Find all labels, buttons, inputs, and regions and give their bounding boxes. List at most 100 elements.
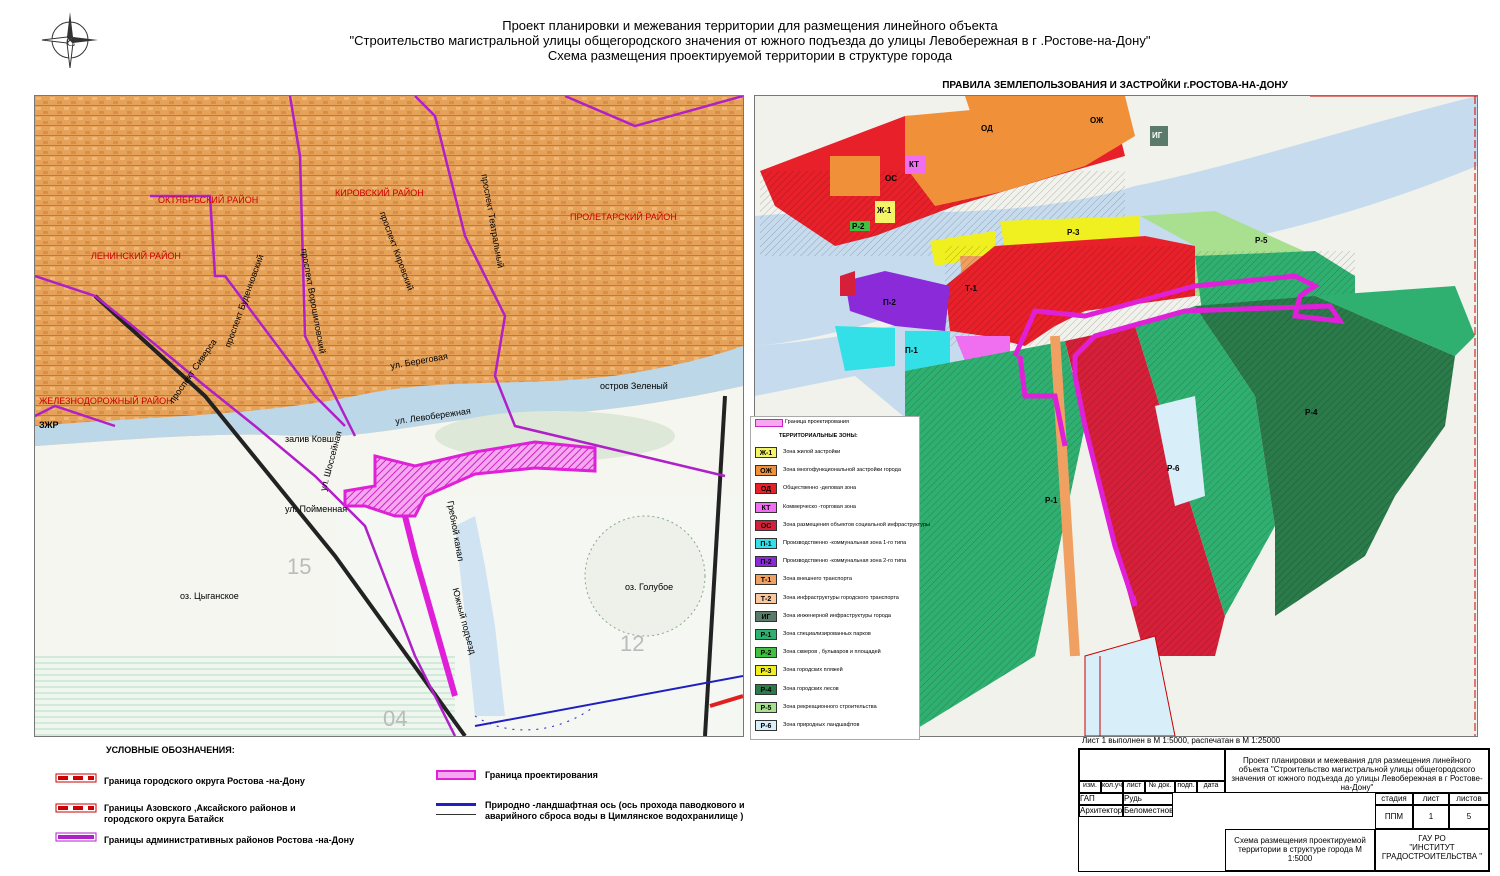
project-name: Проект планировки и межевания для размещ…	[1225, 749, 1489, 793]
street-label: оз. Голубое	[625, 582, 674, 592]
zone-swatch: Т-1	[755, 574, 777, 586]
street-label: залив Ковш	[285, 434, 334, 444]
title-line-2: "Строительство магистральной улицы общег…	[349, 33, 1151, 48]
zone-description: Производственно -коммунальная зона 1-го …	[783, 540, 907, 546]
zone-description: Коммерческо -торговая зона	[783, 503, 856, 510]
zone-description: Зона специализированных парков	[783, 631, 871, 637]
boundary-label: Граница проектирования	[785, 419, 849, 425]
zone-label: Р-1	[1045, 496, 1058, 505]
zone-label: Р-6	[1167, 464, 1180, 473]
zone-swatch: Р-1	[755, 629, 777, 640]
zone-swatch: Р-3	[755, 665, 777, 677]
drawing-title: Схема размещения проектируемой территори…	[1225, 829, 1375, 871]
zone-label: Т-1	[965, 284, 977, 293]
sheet-label: лист	[1413, 793, 1449, 805]
legend-item: Граница городского округа Ростова -на-До…	[104, 776, 305, 786]
zone-swatch: Ж-1	[755, 447, 777, 458]
zone-description: Общественно -деловая зона	[783, 485, 857, 492]
legend-item: Границы Азовского ,Аксайского районов и	[104, 803, 296, 813]
zone-label: Ж-1	[877, 206, 892, 215]
zone-description: Зона инфраструктуры городского транспорт…	[783, 594, 899, 601]
zone-description: Зона городских лесов	[783, 685, 839, 692]
zone-description: Зона многофункциональной застройки город…	[783, 467, 901, 474]
revision-header-cell: № док.	[1145, 781, 1175, 793]
legend-item: Границы административных районов Ростова…	[104, 835, 355, 845]
zone-label: ОЖ	[1090, 116, 1104, 125]
street-label: оз. Цыганское	[180, 591, 239, 601]
zone-swatch: ИГ	[755, 610, 777, 622]
zone-swatch: Р-5	[755, 701, 777, 713]
legend-line-symbols	[55, 773, 97, 842]
revision-header-cell: лист	[1123, 781, 1145, 793]
sheets-value: 5	[1449, 805, 1489, 829]
org-line-1: ГАУ РО	[1418, 834, 1446, 843]
zone-swatch: ОС	[755, 519, 777, 531]
zone-description: Зона скверов , бульваров и площадей	[783, 649, 881, 656]
zone-description: Зона внешнего транспорта	[783, 576, 852, 583]
title-line-3: Схема размещения проектируемой территори…	[547, 48, 953, 63]
legend-item: аварийного сброса воды в Цимлянское водо…	[485, 811, 744, 821]
page-title: Проект планировки и межевания территории…	[200, 18, 1300, 63]
zone-description: Зона природных ландшафтов	[783, 722, 860, 728]
zone-label: Р-3	[1067, 228, 1080, 237]
zone-description: Производственно -коммунальная зона 2-го …	[783, 558, 907, 565]
zone-swatch: Т-2	[755, 592, 777, 604]
zone-swatch: П-2	[755, 556, 777, 568]
zone-swatch: Р-4	[755, 683, 777, 695]
sheets-label: листов	[1449, 793, 1489, 805]
zone-label: Р-2	[852, 222, 865, 231]
zone-description: Зона инженерной инфраструктуры города	[783, 612, 891, 619]
zones-title: ТЕРРИТОРИАЛЬНЫЕ ЗОНЫ:	[779, 433, 858, 439]
district-label-zheleznodorozhny: ЖЕЛЕЗНОДОРОЖНЫЙ РАЙОН	[39, 396, 173, 406]
org-line-3: ГРАДОСТРОИТЕЛЬСТВА "	[1381, 852, 1483, 861]
legend-item: Природно -ландшафтная ось (ось прохода п…	[485, 800, 745, 810]
zone-swatch: ОД	[755, 483, 777, 495]
right-map-title: ПРАВИЛА ЗЕМЛЕПОЛЬЗОВАНИЯ И ЗАСТРОЙКИ г.Р…	[942, 80, 1288, 91]
legend-item: городского округа Батайск	[104, 814, 224, 824]
street-label: ул. Пойменная	[285, 504, 348, 514]
title-line-1: Проект планировки и межевания территории…	[502, 18, 998, 33]
role-architect: Архитектор	[1079, 805, 1123, 817]
zone-description: Зона рекреационного строительства	[783, 703, 877, 710]
title-block: изм. кол.уч лист № док. подп. дата ГАП Рудь А…	[1078, 748, 1490, 872]
project-boundary-swatch	[436, 770, 476, 780]
zone-label: ОС	[885, 174, 897, 183]
zone-label: П-2	[883, 298, 896, 307]
zone-description: Зона городских пляжей	[783, 667, 843, 674]
district-label-kirovsky: КИРОВСКИЙ РАЙОН	[335, 188, 424, 198]
axis-swatch	[436, 803, 476, 815]
scale-note: Лист 1 выполнен в М 1:5000, распечатан в…	[1082, 736, 1281, 745]
legend-item: Граница проектирования	[485, 770, 598, 780]
zone-swatch: ОЖ	[755, 465, 777, 477]
sheet-value: 1	[1413, 805, 1449, 829]
grid-number: 12	[620, 631, 644, 656]
compass-icon: С	[41, 12, 98, 69]
zone-description: Зона размещения объектов социальной инфр…	[783, 521, 930, 528]
zone-swatch: Р-6	[755, 720, 777, 731]
zone-label: П-1	[905, 346, 918, 355]
zone-swatch: КТ	[755, 501, 777, 513]
stage-value: ППМ	[1375, 805, 1413, 829]
zone-swatch: Р-2	[755, 647, 777, 659]
organization: ГАУ РО "ИНСТИТУТ ГРАДОСТРОИТЕЛЬСТВА "	[1375, 829, 1489, 871]
grid-number: 15	[287, 554, 311, 579]
district-label-leninsky: ЛЕНИНСКИЙ РАЙОН	[91, 251, 181, 261]
revision-header-cell: изм.	[1079, 781, 1101, 793]
boundary-swatch	[755, 419, 783, 427]
street-label: ЗЖР	[39, 420, 59, 430]
name-architect: Беломестнова	[1123, 805, 1173, 817]
revision-area	[1079, 749, 1225, 781]
stage-label: стадия	[1375, 793, 1413, 805]
grid-number: 04	[383, 706, 407, 731]
city-map-left[interactable]: 15 12 04 ОКТЯБРЬСКИЙ РАЙОН ЛЕНИНСКИЙ РАЙ…	[34, 95, 744, 737]
revision-header-cell: подп.	[1175, 781, 1197, 793]
svg-text:С: С	[66, 35, 75, 50]
street-label: остров Зеленый	[600, 381, 668, 391]
name-gap: Рудь	[1123, 793, 1173, 805]
zone-label: ОД	[981, 124, 993, 133]
zone-label: Р-4	[1305, 408, 1318, 417]
district-label-oktyabrsky: ОКТЯБРЬСКИЙ РАЙОН	[158, 195, 259, 205]
legend-title: УСЛОВНЫЕ ОБОЗНАЧЕНИЯ:	[106, 745, 235, 755]
zone-swatch: П-1	[755, 538, 777, 549]
role-gap: ГАП	[1079, 793, 1123, 805]
